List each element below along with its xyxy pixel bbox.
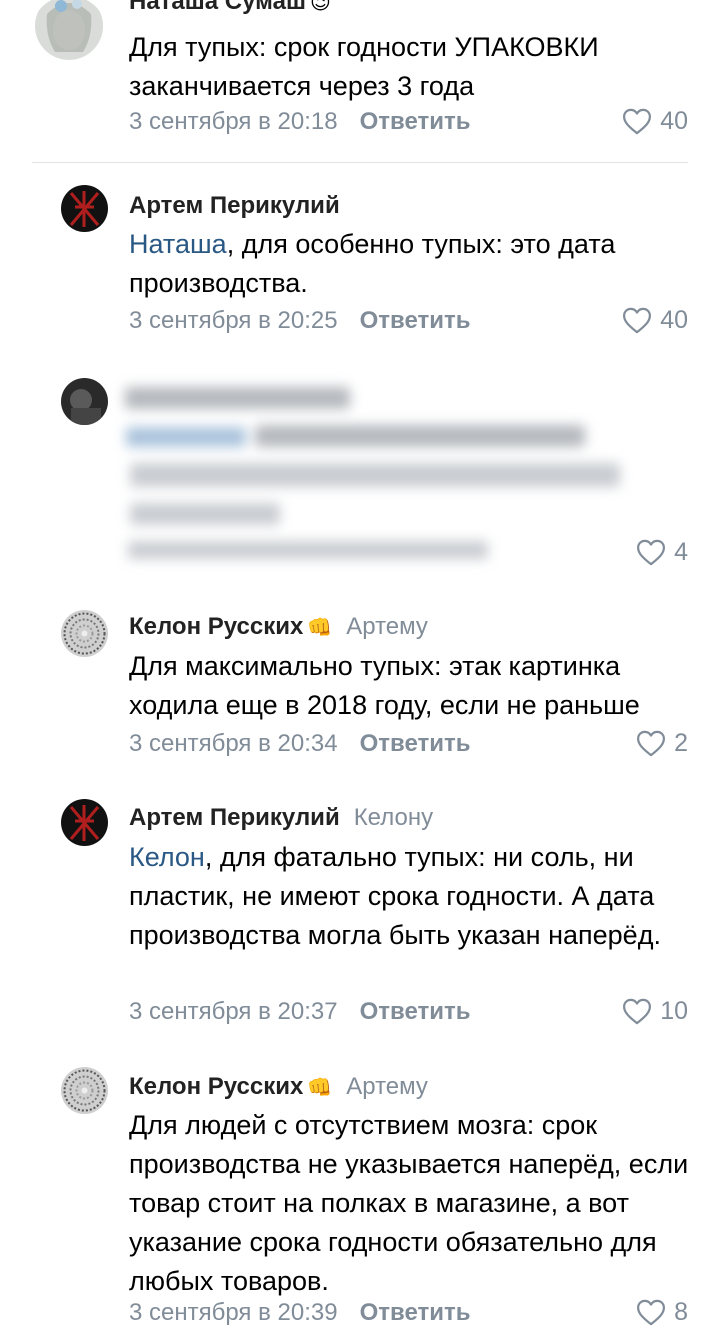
like-button[interactable]: 8: [636, 1298, 688, 1327]
author-name[interactable]: Артем Перикулий: [129, 192, 340, 219]
avatar-image-icon: [61, 610, 108, 657]
like-count: 40: [660, 107, 688, 135]
comment-body: , для фатально тупых: ни соль, ни пласти…: [129, 842, 661, 950]
avatar[interactable]: [61, 799, 108, 846]
comment-text: Келон, для фатально тупых: ни соль, ни п…: [129, 838, 699, 955]
like-button[interactable]: 2: [636, 729, 688, 758]
author-name[interactable]: Келон Русских: [129, 613, 303, 640]
like-count: 4: [674, 538, 688, 566]
heart-outline-icon: [622, 998, 652, 1025]
comment-date: 3 сентября в 20:37: [129, 998, 338, 1025]
author-row: Наташа Сумаш 😉: [129, 0, 331, 16]
reply-to-link[interactable]: Артему: [346, 613, 428, 640]
heart-outline-icon: [622, 307, 652, 334]
reply-button[interactable]: Ответить: [360, 730, 471, 757]
heart-outline-icon: [622, 108, 652, 135]
author-name[interactable]: Келон Русских: [129, 1073, 303, 1100]
avatar[interactable]: [61, 378, 108, 425]
like-button[interactable]: 10: [622, 997, 688, 1026]
reply-button[interactable]: Ответить: [360, 998, 471, 1025]
mention-link[interactable]: Наташа: [129, 229, 227, 259]
reply-to-link[interactable]: Келону: [354, 804, 433, 831]
avatar-image-icon: [35, 0, 103, 60]
avatar[interactable]: [61, 185, 108, 232]
comment-meta: 3 сентября в 20:25 Ответить: [129, 307, 470, 335]
comment-date: 3 сентября в 20:18: [129, 108, 338, 135]
like-count: 2: [674, 729, 688, 757]
comment-text: Наташа, для особенно тупых: это дата про…: [129, 225, 699, 303]
divider: [32, 162, 688, 163]
avatar-image-icon: [61, 185, 108, 232]
like-count: 8: [674, 1298, 688, 1326]
avatar-image-icon: [61, 1067, 108, 1114]
comment-meta: 3 сентября в 20:39 Ответить: [129, 1299, 470, 1327]
comment-text: Для максимально тупых: этак картинка ход…: [129, 651, 640, 720]
like-button[interactable]: 40: [622, 107, 688, 136]
comment-text: Для тупых: срок годности УПАКОВКИ заканч…: [129, 32, 599, 101]
comment-text: Для людей с отсутствием мозга: срок прои…: [129, 1110, 689, 1296]
heart-outline-icon: [636, 539, 666, 566]
comment-meta: 3 сентября в 20:34 Ответить: [129, 730, 470, 758]
author-name[interactable]: Артем Перикулий: [129, 804, 340, 831]
avatar[interactable]: [33, 0, 105, 60]
reply-to-link[interactable]: Артему: [346, 1073, 428, 1100]
heart-outline-icon: [636, 730, 666, 757]
fist-emoji-icon: 👊: [307, 617, 333, 639]
author-row: Артем Перикулий Келону: [129, 804, 433, 832]
wink-emoji-icon: 😉: [309, 0, 331, 14]
like-count: 40: [660, 306, 688, 334]
like-button[interactable]: 40: [622, 306, 688, 335]
comment-meta: 3 сентября в 20:37 Ответить: [129, 998, 470, 1026]
author-name[interactable]: Наташа Сумаш: [129, 0, 306, 15]
reply-button[interactable]: Ответить: [360, 108, 471, 135]
author-row: Артем Перикулий: [129, 192, 340, 220]
comment-meta: 3 сентября в 20:18 Ответить: [129, 108, 470, 136]
reply-button[interactable]: Ответить: [360, 307, 471, 334]
author-row: Келон Русских 👊 Артему: [129, 613, 428, 641]
comment-date: 3 сентября в 20:25: [129, 307, 338, 334]
avatar[interactable]: [61, 1067, 108, 1114]
avatar-image-icon: [61, 378, 108, 425]
author-row: Келон Русских 👊 Артему: [129, 1073, 428, 1101]
comment-date: 3 сентября в 20:34: [129, 730, 338, 757]
avatar[interactable]: [61, 610, 108, 657]
mention-link[interactable]: Келон: [129, 842, 205, 872]
like-button[interactable]: 4: [636, 538, 688, 567]
fist-emoji-icon: 👊: [307, 1077, 333, 1099]
like-count: 10: [660, 997, 688, 1025]
avatar-image-icon: [61, 799, 108, 846]
